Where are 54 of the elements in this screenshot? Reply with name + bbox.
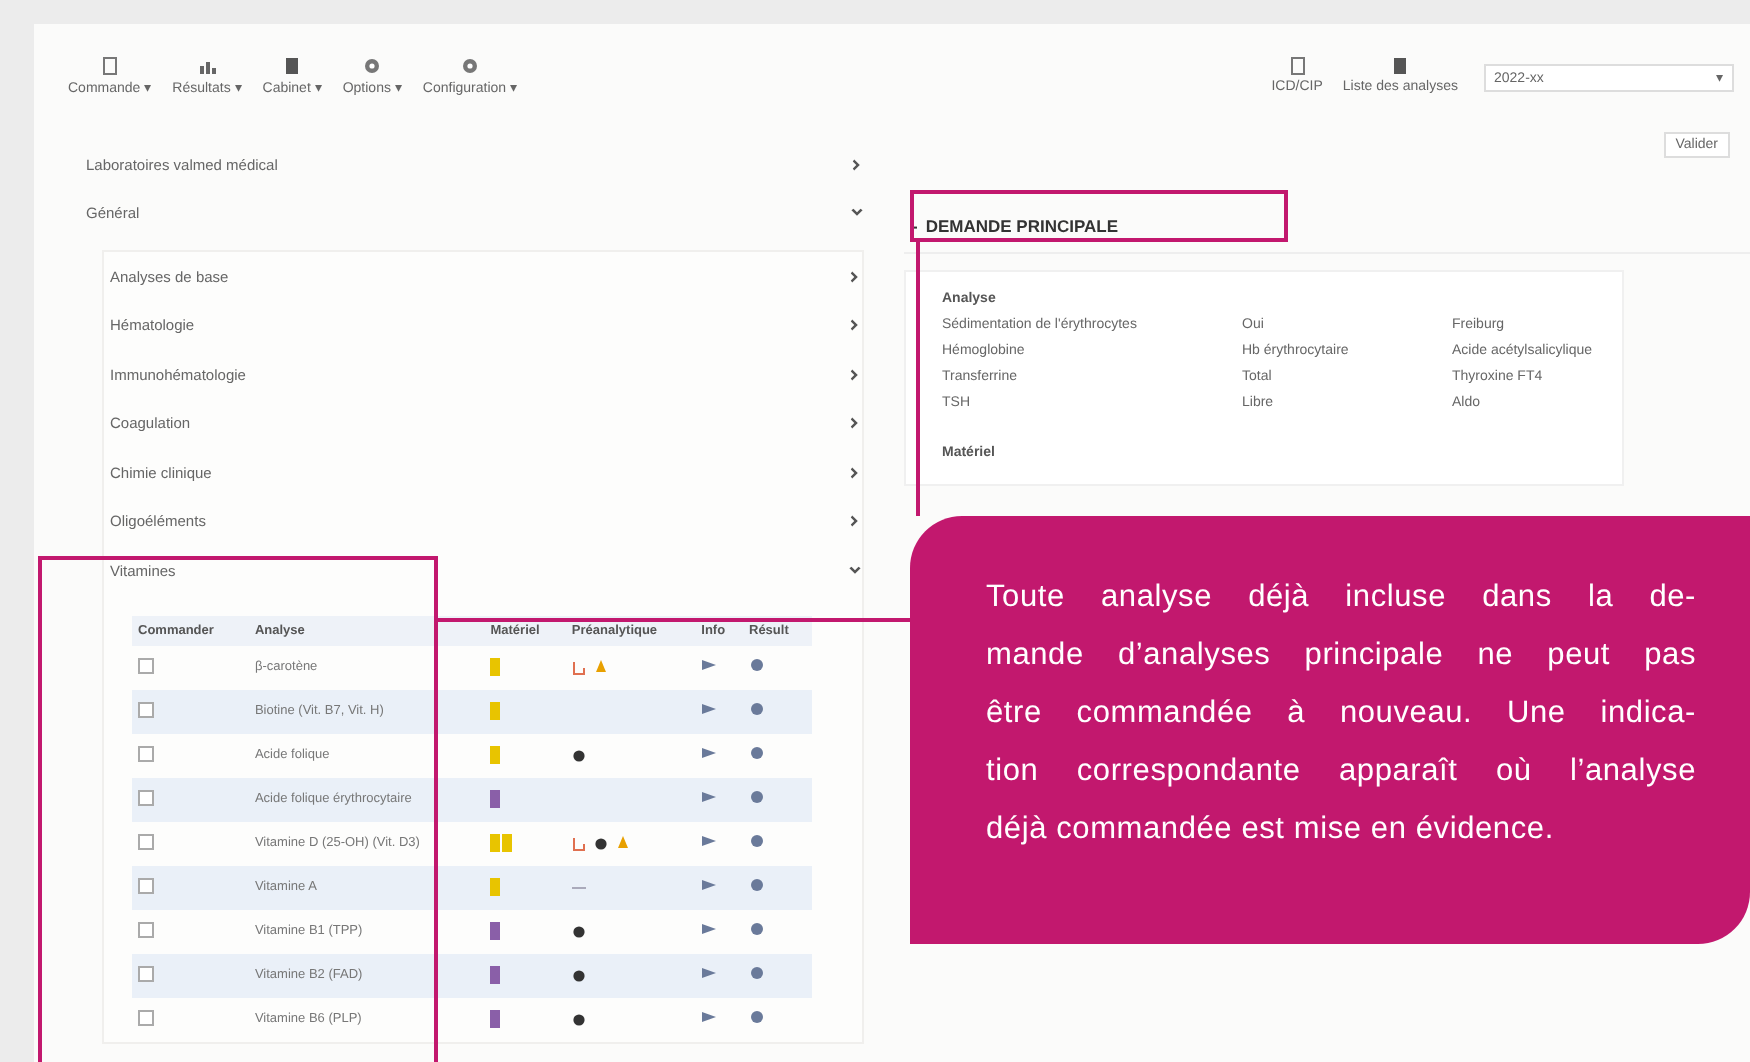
settings-icon (362, 56, 383, 76)
chevron-right-icon (848, 514, 862, 529)
archive-icon (1390, 56, 1411, 76)
result-icon[interactable] (749, 878, 763, 892)
section-title: DEMANDE PRINCIPALE (925, 216, 1119, 236)
info-icon[interactable] (701, 834, 716, 848)
chart-icon (197, 56, 218, 76)
warning-icon (615, 835, 630, 851)
checkbox[interactable] (138, 965, 154, 981)
info-icon[interactable] (701, 790, 716, 804)
chevron-down-icon (848, 563, 862, 578)
chevron-right-icon (850, 157, 864, 172)
dot-icon (593, 835, 608, 851)
checkbox[interactable] (138, 789, 154, 805)
info-icon[interactable] (701, 922, 716, 936)
document-icon (100, 56, 121, 76)
dot-icon (571, 747, 586, 763)
chevron-right-icon (848, 318, 862, 333)
dot-icon (571, 967, 586, 983)
checkbox[interactable] (138, 701, 154, 717)
tube-icon (571, 659, 586, 675)
archive-icon (282, 56, 303, 76)
result-icon[interactable] (749, 658, 763, 672)
checkbox[interactable] (138, 657, 154, 673)
result-icon[interactable] (749, 1010, 763, 1024)
dot-icon (571, 1011, 586, 1027)
info-icon[interactable] (701, 1010, 716, 1024)
result-icon[interactable] (749, 790, 763, 804)
checkbox[interactable] (138, 833, 154, 849)
document-icon (1287, 56, 1308, 76)
result-icon[interactable] (749, 746, 763, 760)
info-icon[interactable] (701, 658, 716, 672)
checkbox[interactable] (138, 877, 154, 893)
info-icon[interactable] (701, 746, 716, 760)
result-icon[interactable] (749, 834, 763, 848)
chevron-right-icon (848, 269, 862, 284)
checkbox[interactable] (138, 745, 154, 761)
result-icon[interactable] (749, 966, 763, 980)
chevron-down-icon (850, 206, 864, 221)
info-icon[interactable] (701, 966, 716, 980)
info-icon[interactable] (701, 702, 716, 716)
tube-icon (571, 835, 586, 851)
settings-icon (460, 56, 481, 76)
chevron-right-icon (848, 416, 862, 431)
chevron-right-icon (848, 465, 862, 480)
checkbox[interactable] (138, 921, 154, 937)
result-icon[interactable] (749, 922, 763, 936)
checkbox[interactable] (138, 1009, 154, 1025)
warning-icon (593, 659, 608, 675)
result-icon[interactable] (749, 702, 763, 716)
dot-icon (571, 923, 586, 939)
info-icon[interactable] (701, 878, 716, 892)
chevron-right-icon (848, 367, 862, 382)
callout-text: Toute analyse déjà incluse dans la de- mande d’analyses principale ne peut pas être commandée à nouveau. Une indica- tion correspondante apparaît où l’analyse déjà commandée est mise en évidence. (986, 578, 1696, 850)
